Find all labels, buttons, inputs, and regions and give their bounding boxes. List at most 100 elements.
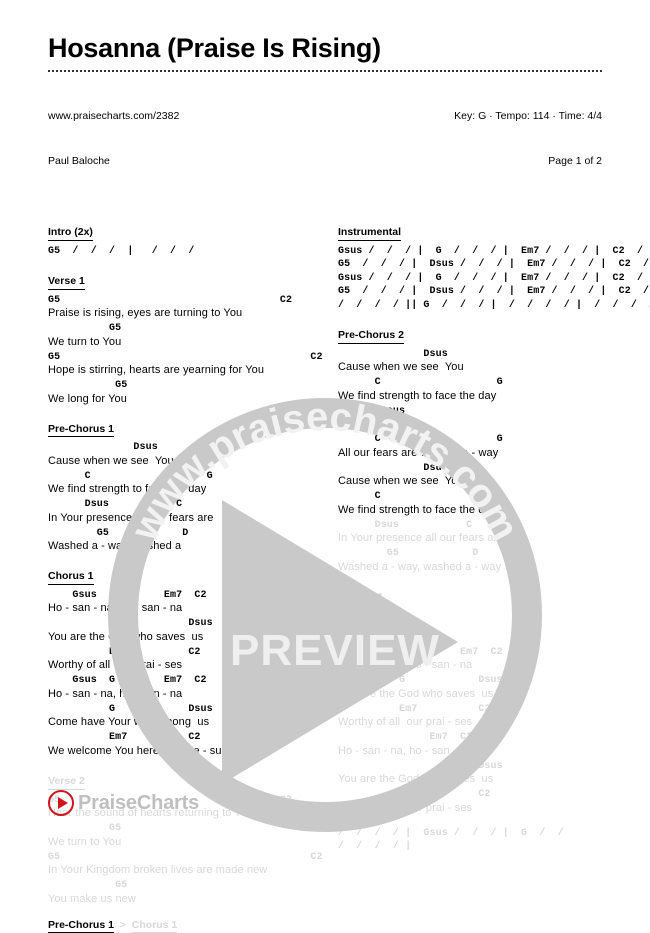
lyric-line: You are the God who saves us bbox=[48, 630, 204, 643]
chord-lyric-pair: Dsus In Your presence bbox=[338, 406, 606, 432]
section-heading: Pre-Chorus 1 bbox=[48, 423, 114, 438]
lyric-line: Ho - san - na, ho - san - na bbox=[338, 659, 473, 672]
lyric-line: We find strength to face the day bbox=[338, 503, 497, 516]
section-chorus-1: Chorus 1 Gsus G Em7 C2 Ho - san - na, ho … bbox=[48, 566, 316, 758]
source-url[interactable]: www.praisecharts.com/2382 bbox=[48, 109, 179, 124]
chord-line: G5 C2 bbox=[48, 294, 293, 306]
chord-lyric-pair: Em7 C2 Worthy of all our prai - ses bbox=[338, 704, 606, 730]
chord-line: / / / / | bbox=[338, 841, 412, 853]
chord-line: / / / / || G / / / | / / / / | / / / / |… bbox=[338, 299, 650, 311]
artist-name: Paul Baloche bbox=[48, 155, 110, 168]
repeat-reference-second[interactable]: Chorus 1 bbox=[131, 918, 178, 933]
lyric-line: We turn to You bbox=[48, 835, 122, 848]
section-heading: Pre-Chorus 2 bbox=[338, 329, 404, 344]
lyric-line: We welcome You here Lord Je - sus bbox=[48, 744, 228, 757]
chord-lyric-pair: G Dsus Come have Your way among us bbox=[48, 704, 316, 730]
lyric-line: You are the God who saves us bbox=[338, 773, 494, 786]
chord-line: Dsus bbox=[338, 462, 448, 474]
chord-lyric-pair: C G We find strength to face the day bbox=[338, 377, 606, 403]
chord-lyric-pair: G5 We long for You bbox=[48, 380, 316, 406]
chord-line: C G bbox=[338, 491, 503, 503]
section-heading: Instrumental bbox=[338, 226, 402, 241]
lyric-line: Cause when we see You bbox=[338, 361, 464, 374]
chord-line: / / / / | Gsus / / / | G / / bbox=[338, 827, 564, 839]
lyric-line: We long for You bbox=[48, 392, 127, 405]
chord-line: Dsus bbox=[48, 442, 158, 454]
chord-line: G5 x Em7 C2 bbox=[338, 646, 503, 658]
chord-line: G5 / / / | Dsus / / / | Em7 / / / | C2 /… bbox=[338, 286, 650, 298]
chord-line: G5 / / / | / / / bbox=[48, 245, 195, 257]
chord-lyric-pair: G5 C2 In Your Kingdom broken lives are ma… bbox=[48, 851, 323, 878]
chord-lyric-pair: G5 D Washed a - way, washed a - way bbox=[338, 548, 606, 574]
praisecharts-logo[interactable]: PraiseCharts bbox=[48, 790, 199, 816]
repeat-reference-separator: > bbox=[113, 918, 132, 931]
chord-lyric-pair: Em7 C2 Worthy of all our prai - ses bbox=[338, 789, 606, 815]
chord-line: Em7 C2 bbox=[338, 789, 491, 801]
lyric-line: Ho - san - na, ho - san - na bbox=[338, 744, 473, 757]
chord-line: G5 C2 bbox=[48, 351, 323, 363]
chord-line: G5 bbox=[48, 323, 122, 335]
chord-line: G Dsus bbox=[338, 675, 503, 687]
lyric-line: Ho - san - na, ho - san - na bbox=[48, 602, 183, 615]
section-chorus-1-repeat: Chorus 1 bbox=[338, 587, 606, 611]
lyric-line: You make us new bbox=[48, 892, 136, 905]
chord-line: Gsus / / / | G / / / | Em7 / / / | C2 / … bbox=[338, 272, 644, 284]
lyric-line: Washed a - way, washed a - way bbox=[338, 560, 502, 573]
repeat-reference[interactable]: Pre-Chorus 1 > Chorus 1 bbox=[48, 918, 316, 933]
lyric-line: In Your Kingdom broken lives are made ne… bbox=[48, 864, 268, 877]
section-instrumental: Instrumental Gsus / / / | G / / / | Em7 /… bbox=[338, 222, 650, 312]
lyric-line: You are the God who saves us bbox=[338, 687, 494, 700]
chord-lyric-pair: Em7 C2 We welcome You here Lord Je - sus bbox=[48, 732, 316, 758]
lyric-line: Come have Your way among us bbox=[48, 716, 210, 729]
chord-line: G5 bbox=[48, 880, 128, 892]
chord-lyric-pair: G Dsus You are the God who saves us bbox=[338, 675, 606, 701]
lyric-line: Cause when we see You bbox=[48, 454, 174, 467]
chord-line: Em7 C2 bbox=[338, 732, 473, 744]
lyric-line: We find strength to face the day bbox=[338, 389, 497, 402]
section-heading: Chorus 2 bbox=[338, 627, 384, 642]
header-meta-right: Key: G · Tempo: 114 · Time: 4/4 Page 1 o… bbox=[454, 78, 602, 200]
lyric-line: We find strength to face the day bbox=[48, 483, 207, 496]
chord-lyric-pair: Em7 C2 Ho - san - na, ho - san - na bbox=[338, 732, 606, 758]
chord-line: C G bbox=[338, 377, 503, 389]
play-icon bbox=[48, 790, 74, 816]
chord-line: G5 D bbox=[338, 548, 479, 560]
song-details: Key: G · Tempo: 114 · Time: 4/4 bbox=[454, 109, 602, 122]
chord-lyric-pair: C G All our fears are washed a - way bbox=[338, 434, 606, 460]
header-meta-left: www.praisecharts.com/2382 Paul Baloche bbox=[48, 78, 179, 200]
chord-line: C G bbox=[48, 470, 213, 482]
chord-lyric-pair: G5 x Em7 C2 Ho - san - na, ho - san - na bbox=[338, 647, 606, 673]
section-pre-chorus-1: Pre-Chorus 1 Dsus Cause when we see You C… bbox=[48, 419, 316, 554]
section-chorus-2: Chorus 2 G5 x Em7 C2 Ho - san - na, ho - … bbox=[338, 623, 606, 815]
lyric-line: All our fears are washed a - way bbox=[338, 446, 499, 459]
section-heading: Verse 2 bbox=[48, 775, 85, 790]
chord-line: G Dsus bbox=[48, 618, 213, 630]
chord-line: G5 bbox=[48, 823, 122, 835]
chord-lyric-pair: Dsus Cause when we see You bbox=[48, 442, 316, 468]
chart-body: Intro (2x) G5 / / / | / / / Verse 1 G5 C2 Pr… bbox=[48, 222, 650, 933]
chord-lyric-pair: Dsus C In Your presence all our fears are bbox=[48, 499, 316, 525]
chord-line: G5 bbox=[48, 380, 128, 392]
section-heading: Intro (2x) bbox=[48, 226, 93, 241]
chord-line: Gsus G Em7 C2 bbox=[48, 675, 207, 687]
chord-lyric-pair: Gsus G Em7 C2 Ho - san - na, ho - san - n… bbox=[48, 590, 316, 616]
lyric-line: Worthy of all our prai - ses bbox=[338, 801, 473, 814]
lyric-line: Praise is rising, eyes are turning to Yo… bbox=[48, 307, 243, 320]
lyric-line: Worthy of all our prai - ses bbox=[48, 659, 183, 672]
document-header: Hosanna (Praise Is Rising) www.praisecha… bbox=[48, 34, 602, 200]
chord-lyric-pair: G5 We turn to You bbox=[48, 323, 316, 349]
lyric-line: We turn to You bbox=[48, 335, 122, 348]
chord-line: G Dsus bbox=[48, 703, 213, 715]
chord-line: G5 D bbox=[48, 527, 189, 539]
page-number: Page 1 of 2 bbox=[548, 155, 602, 168]
chord-lyric-pair: Dsus C In Your presence all our fears are bbox=[338, 520, 606, 546]
header-meta: www.praisecharts.com/2382 Paul Baloche K… bbox=[48, 78, 602, 200]
right-column: Instrumental Gsus / / / | G / / / | Em7 /… bbox=[338, 222, 650, 930]
chord-lyric-pair: G5 We turn to You bbox=[48, 823, 316, 849]
chord-lyric-pair: Em7 C2 Worthy of all our prai - ses bbox=[48, 647, 316, 673]
chord-line: G5 C2 bbox=[48, 851, 323, 863]
chord-line: Em7 C2 bbox=[338, 703, 491, 715]
chord-line: Dsus bbox=[338, 760, 503, 772]
lyric-line: In Your presence bbox=[338, 418, 423, 431]
repeat-reference-first[interactable]: Pre-Chorus 1 bbox=[48, 918, 114, 933]
